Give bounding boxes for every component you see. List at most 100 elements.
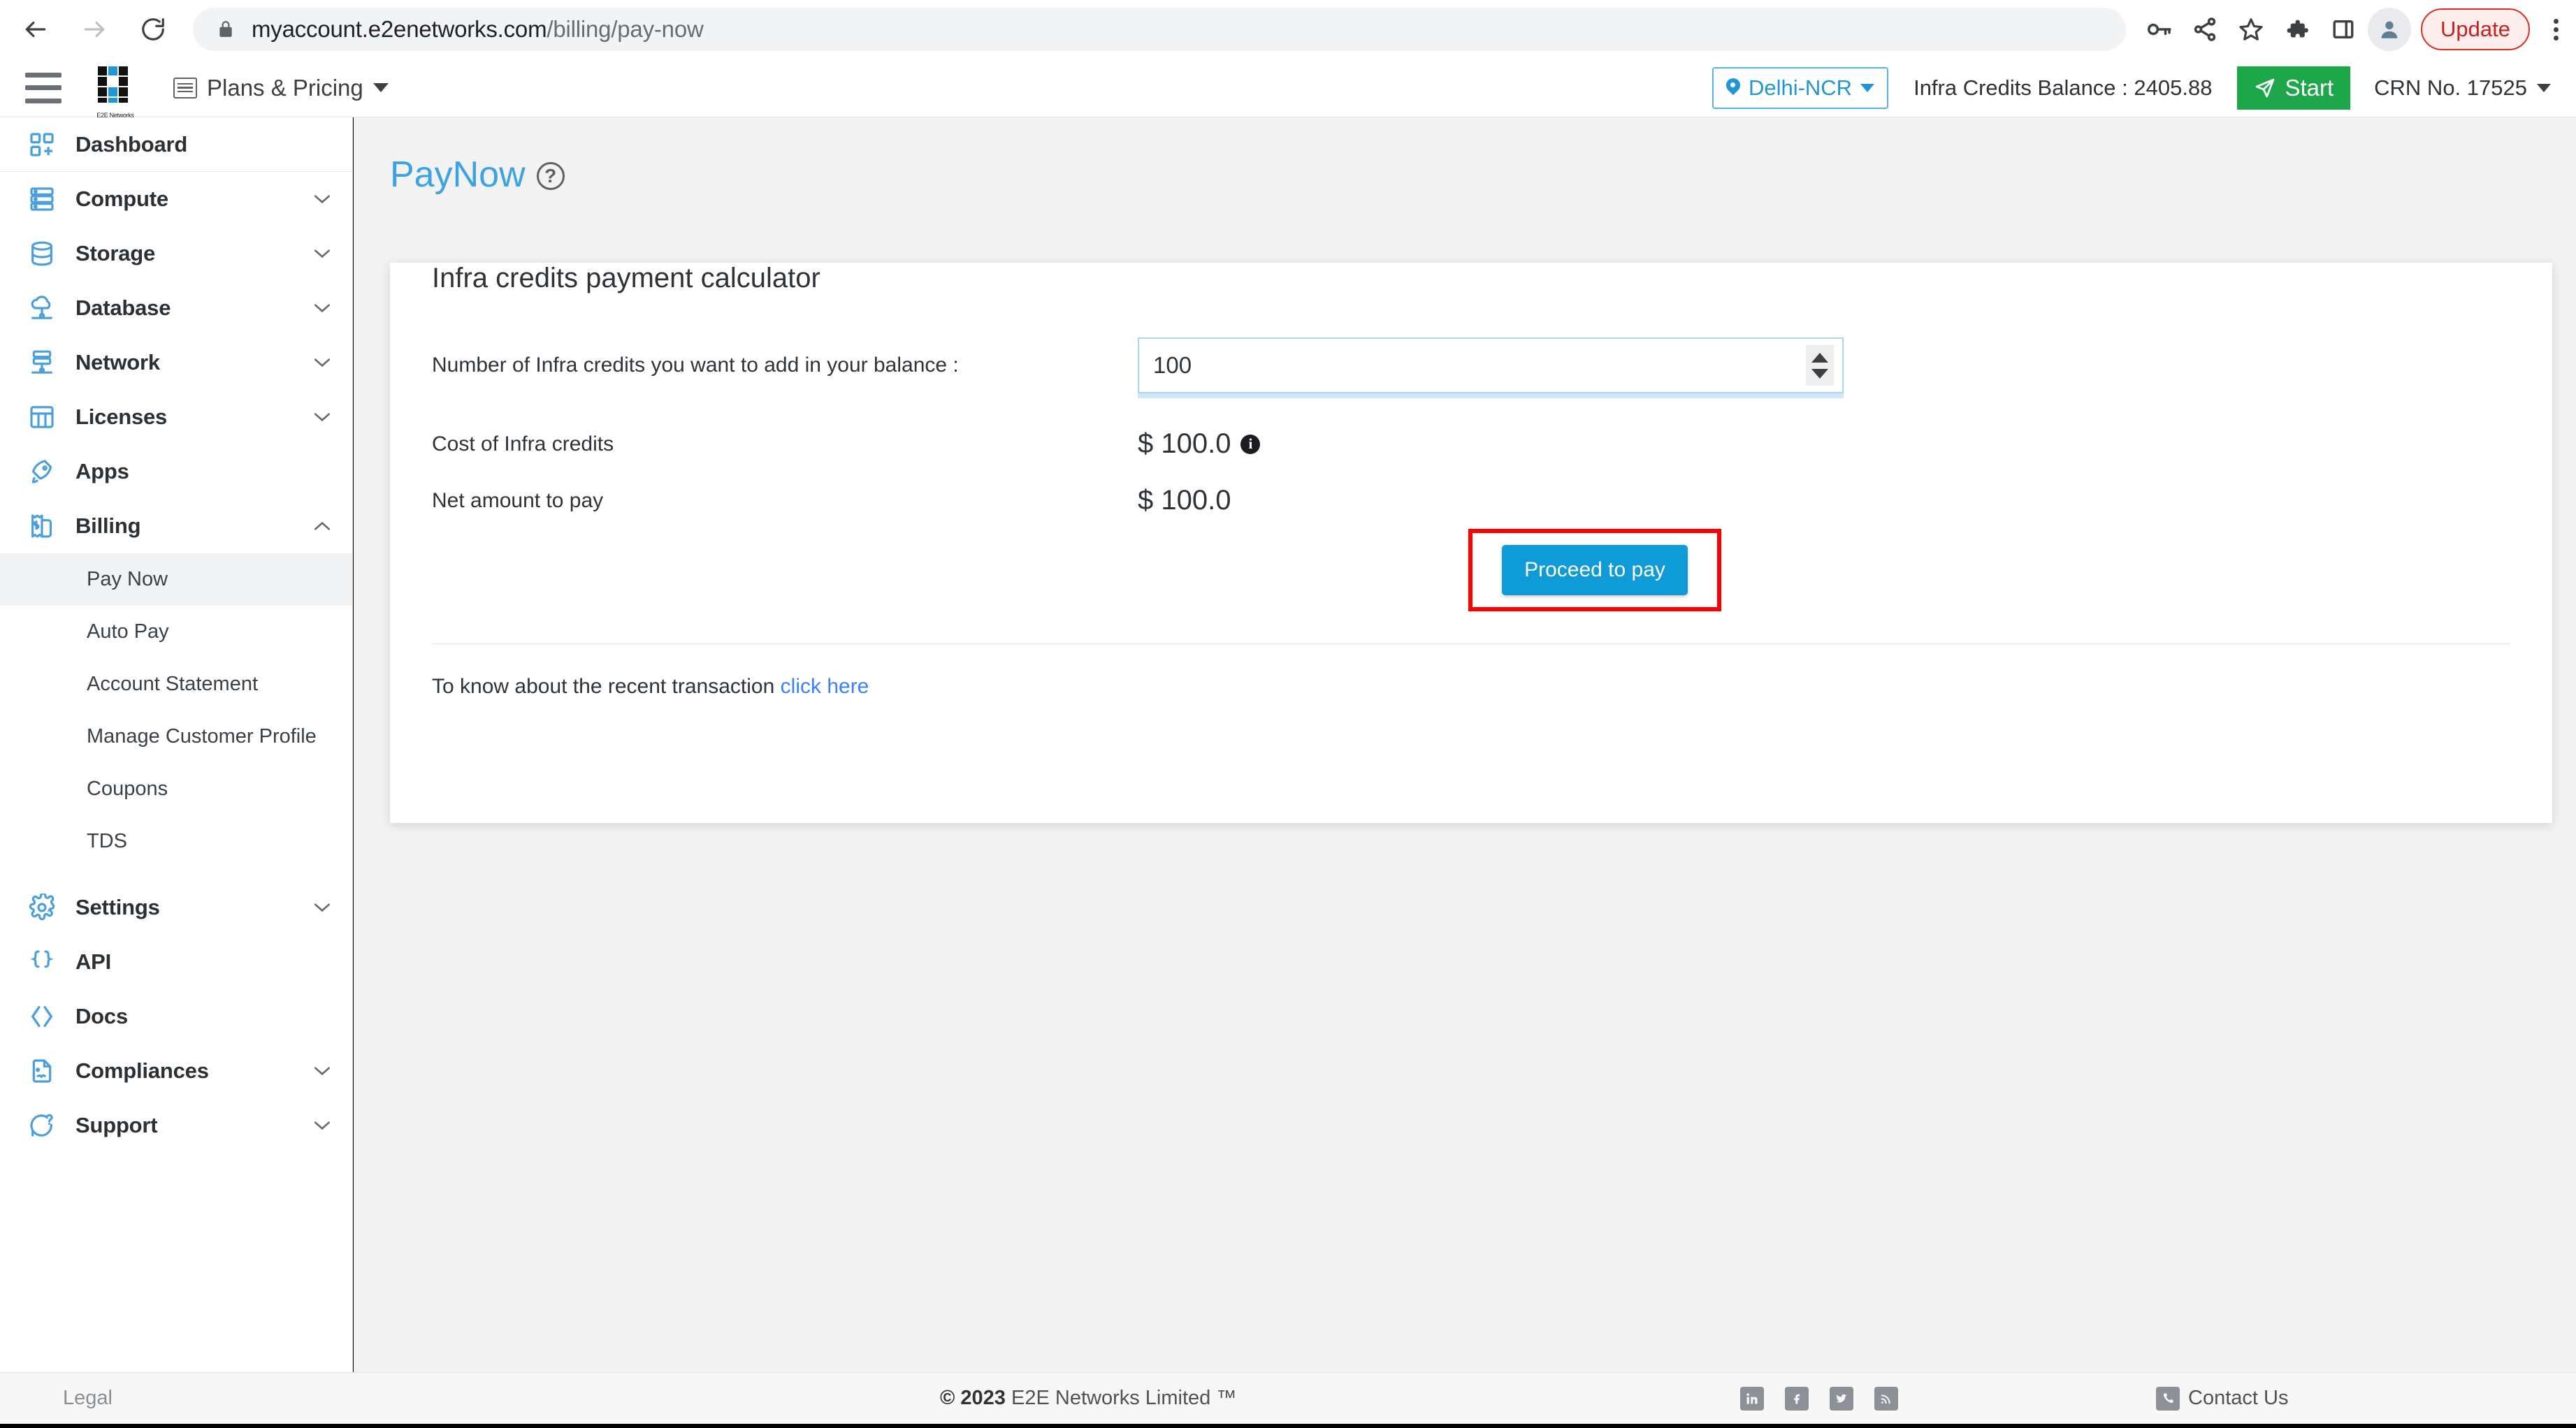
sidebar-item-apps[interactable]: Apps	[0, 444, 352, 499]
sidebar-item-billing[interactable]: Billing	[0, 499, 352, 553]
chevron-down-icon[interactable]	[313, 194, 331, 205]
sidebar-item-label: Apps	[75, 459, 129, 483]
region-selector[interactable]: Delhi-NCR	[1712, 66, 1889, 109]
start-button[interactable]: Start	[2237, 66, 2351, 110]
crn-selector[interactable]: CRN No. 17525	[2374, 75, 2551, 101]
plans-and-pricing-menu[interactable]: Plans & Pricing	[173, 75, 389, 101]
credits-input-wrapper	[1138, 337, 1844, 398]
browser-menu-icon[interactable]	[2535, 8, 2576, 51]
sidebar-item-manage-customer-profile[interactable]: Manage Customer Profile	[0, 711, 352, 763]
sidebar-item-account-statement[interactable]: Account Statement	[0, 658, 352, 711]
sidebar-item-label: Settings	[75, 895, 160, 919]
recent-transaction-link[interactable]: click here	[781, 675, 869, 698]
sidebar-item-label: Compliances	[75, 1058, 209, 1083]
sidebar-item-compliances[interactable]: Compliances	[0, 1044, 352, 1098]
app-header: E2E Networks Plans & Pricing Delhi-NCR I…	[0, 59, 2576, 119]
browser-toolbar: myaccount.e2enetworks.com/billing/pay-no…	[0, 0, 2576, 59]
sidebar-item-tds[interactable]: TDS	[0, 815, 352, 868]
document-icon	[27, 1056, 57, 1086]
info-icon[interactable]: i	[1240, 434, 1261, 454]
credits-input-label: Number of Infra credits you want to add …	[432, 354, 959, 377]
browser-nav-buttons	[0, 10, 172, 48]
star-icon[interactable]	[2229, 8, 2273, 51]
credits-input[interactable]	[1138, 337, 1844, 393]
sidebar-item-dashboard[interactable]: Dashboard	[0, 117, 352, 172]
number-stepper[interactable]	[1806, 345, 1834, 386]
recent-transaction-text: To know about the recent transaction	[432, 675, 775, 698]
legal-link[interactable]: Legal	[63, 1387, 113, 1410]
main-content: PayNow ? Infra credits payment calculato…	[354, 117, 2576, 1372]
twitter-icon[interactable]	[1830, 1386, 1853, 1411]
sidebar-item-database[interactable]: Database	[0, 281, 352, 335]
rss-icon[interactable]	[1874, 1386, 1898, 1411]
key-icon[interactable]	[2137, 8, 2180, 51]
lock-icon	[214, 17, 238, 41]
chevron-down-icon[interactable]	[313, 1065, 331, 1077]
contact-us-label: Contact Us	[2188, 1387, 2289, 1409]
sidebar-item-label: Licenses	[75, 405, 168, 429]
copyright: © 2023 E2E Networks Limited ™	[940, 1387, 1236, 1410]
gear-icon	[27, 892, 57, 923]
chevron-down-icon[interactable]	[313, 357, 331, 368]
net-amount-value: $ 100.0	[1138, 485, 1231, 516]
cloud-database-icon	[27, 293, 57, 323]
back-icon[interactable]	[17, 10, 55, 48]
linkedin-icon[interactable]	[1740, 1386, 1764, 1411]
stepper-down-icon[interactable]	[1811, 368, 1828, 379]
forward-icon[interactable]	[75, 10, 113, 48]
share-icon[interactable]	[2183, 8, 2227, 51]
sidebar-item-storage[interactable]: Storage	[0, 226, 352, 281]
facebook-icon[interactable]	[1785, 1386, 1809, 1411]
contact-us-link[interactable]: Contact Us	[2156, 1386, 2289, 1411]
region-label: Delhi-NCR	[1748, 75, 1853, 100]
sidebar-item-label: Dashboard	[75, 131, 188, 156]
credits-input-row: Number of Infra credits you want to add …	[432, 337, 2552, 398]
profile-avatar-icon[interactable]	[2368, 8, 2412, 51]
chevron-down-icon[interactable]	[313, 411, 331, 423]
sidebar-item-docs[interactable]: Docs	[0, 989, 352, 1044]
location-pin-icon	[1726, 78, 1740, 98]
sidebar-item-network[interactable]: Network	[0, 335, 352, 390]
sidebar-item-pay-now[interactable]: Pay Now	[0, 553, 352, 606]
address-bar[interactable]: myaccount.e2enetworks.com/billing/pay-no…	[193, 8, 2127, 51]
sidebar-item-label: Support	[75, 1113, 158, 1137]
sidebar-item-support[interactable]: Support	[0, 1098, 352, 1153]
social-links	[1740, 1386, 1898, 1411]
cost-value: $ 100.0	[1138, 428, 1231, 459]
sidebar-item-coupons[interactable]: Coupons	[0, 763, 352, 815]
sidebar-item-compute[interactable]: Compute	[0, 172, 352, 226]
chevron-down-icon[interactable]	[313, 248, 331, 259]
cost-value-group: $ 100.0 i	[1138, 428, 1261, 460]
stepper-up-icon[interactable]	[1811, 352, 1828, 363]
sidebar-item-auto-pay[interactable]: Auto Pay	[0, 606, 352, 658]
update-button[interactable]: Update	[2421, 8, 2530, 50]
e2e-networks-logo[interactable]: E2E Networks	[92, 65, 138, 119]
billing-receipt-icon	[27, 511, 57, 541]
sidepanel-icon[interactable]	[2322, 8, 2365, 51]
network-icon	[27, 347, 57, 378]
sidebar-toggle-icon[interactable]	[25, 72, 61, 103]
chevron-down-icon[interactable]	[313, 902, 331, 913]
sidebar-item-label: Billing	[75, 513, 141, 538]
reload-icon[interactable]	[134, 10, 172, 48]
list-icon	[173, 77, 197, 99]
copyright-year: © 2023	[940, 1387, 1006, 1409]
sidebar: Dashboard Compute Storage Database Netwo…	[0, 117, 353, 1372]
sidebar-item-settings[interactable]: Settings	[0, 880, 352, 935]
help-icon[interactable]: ?	[536, 162, 565, 190]
cost-row: Cost of Infra credits $ 100.0 i	[432, 428, 2552, 460]
sidebar-item-licenses[interactable]: Licenses	[0, 390, 352, 444]
card-title: Infra credits payment calculator	[432, 263, 820, 293]
sidebar-item-api[interactable]: API	[0, 935, 352, 989]
send-icon	[2256, 78, 2275, 97]
chevron-down-icon	[2537, 83, 2551, 92]
chevron-up-icon[interactable]	[313, 520, 331, 532]
chevron-down-icon[interactable]	[313, 1120, 331, 1131]
card-divider	[432, 643, 2510, 644]
rocket-icon	[27, 456, 57, 487]
url-path: /billing/pay-now	[547, 16, 704, 42]
proceed-to-pay-button[interactable]: Proceed to pay	[1502, 545, 1688, 595]
sidebar-item-label: Storage	[75, 241, 156, 265]
chevron-down-icon[interactable]	[313, 303, 331, 314]
extensions-icon[interactable]	[2275, 8, 2319, 51]
